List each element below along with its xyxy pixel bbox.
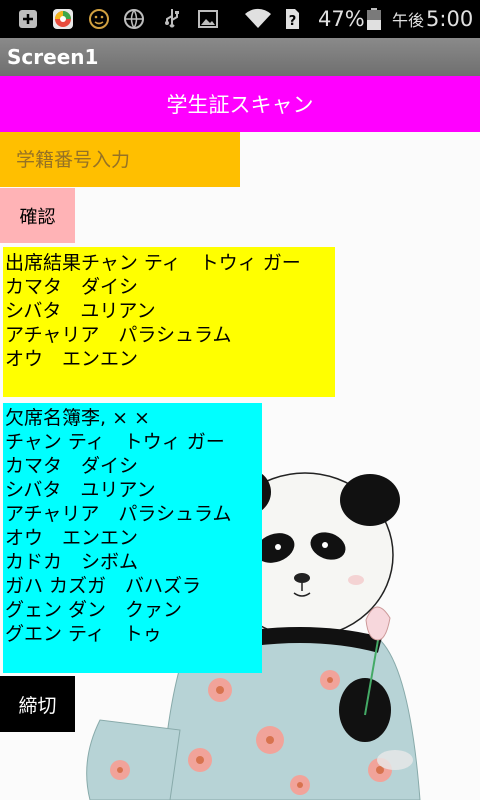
name-line: グエン ティ トゥ (5, 623, 162, 645)
svg-text:?: ? (289, 14, 297, 29)
clock-time: 5:00 (426, 7, 474, 31)
battery-icon (367, 8, 381, 30)
student-id-input[interactable] (0, 132, 240, 187)
add-box-icon (19, 10, 37, 28)
confirm-button[interactable]: 確認 (0, 188, 75, 243)
close-attendance-button[interactable]: 締切 (0, 676, 75, 732)
confirm-button-label: 確認 (19, 206, 56, 228)
screen-title: Screen1 (7, 45, 99, 69)
attendance-title: 出席結果 (5, 252, 82, 274)
title-bar: Screen1 (0, 38, 480, 76)
absence-header: 李, × × (81, 407, 150, 429)
face-icon (89, 9, 109, 29)
name-line: チャン ティ トウィ ガー (5, 431, 225, 453)
clock-ampm: 午後 (392, 11, 425, 30)
battery-percent: 47% (318, 7, 365, 31)
clock: 午後5:00 (392, 0, 473, 38)
sim-unknown-icon: ? (286, 9, 299, 29)
globe-icon (124, 9, 144, 29)
name-line: オウ エンエン (5, 527, 139, 549)
scan-student-id-button[interactable]: 学生証スキャン (0, 76, 480, 132)
image-icon (198, 10, 218, 28)
name-line: カドカ シボム (5, 551, 139, 573)
name-line: シバタ ユリアン (5, 479, 156, 501)
name-line: グェン ダン クァン (5, 599, 183, 621)
name-line: アチャリア パラシュラム (5, 324, 232, 346)
absence-list: チャン ティ トウィ ガー カマタ ダイシ シバタ ユリアン アチャリア パラシ… (5, 431, 231, 645)
name-line: ガハ カズガ バハズラ (5, 575, 202, 597)
name-line: シバタ ユリアン (5, 300, 156, 322)
name-line: チャン ティ トウィ ガー (81, 252, 301, 274)
status-bar: ? 47% 午後5:00 (0, 0, 480, 38)
name-line: カマタ ダイシ (5, 276, 139, 298)
attendance-result-box: 出席結果チャン ティ トウィ ガー カマタ ダイシ シバタ ユリアン アチャリア… (3, 247, 335, 397)
name-line: アチャリア パラシュラム (5, 503, 232, 525)
name-line: オウ エンエン (5, 348, 139, 370)
absence-list-box: 欠席名簿李, × × チャン ティ トウィ ガー カマタ ダイシ シバタ ユリア… (3, 403, 262, 673)
usb-icon (165, 9, 179, 28)
scan-button-label: 学生証スキャン (166, 93, 314, 117)
app-icon (53, 9, 73, 29)
absence-title: 欠席名簿 (5, 407, 82, 429)
name-line: カマタ ダイシ (5, 455, 139, 477)
close-button-label: 締切 (18, 694, 57, 717)
wifi-icon (245, 8, 271, 28)
